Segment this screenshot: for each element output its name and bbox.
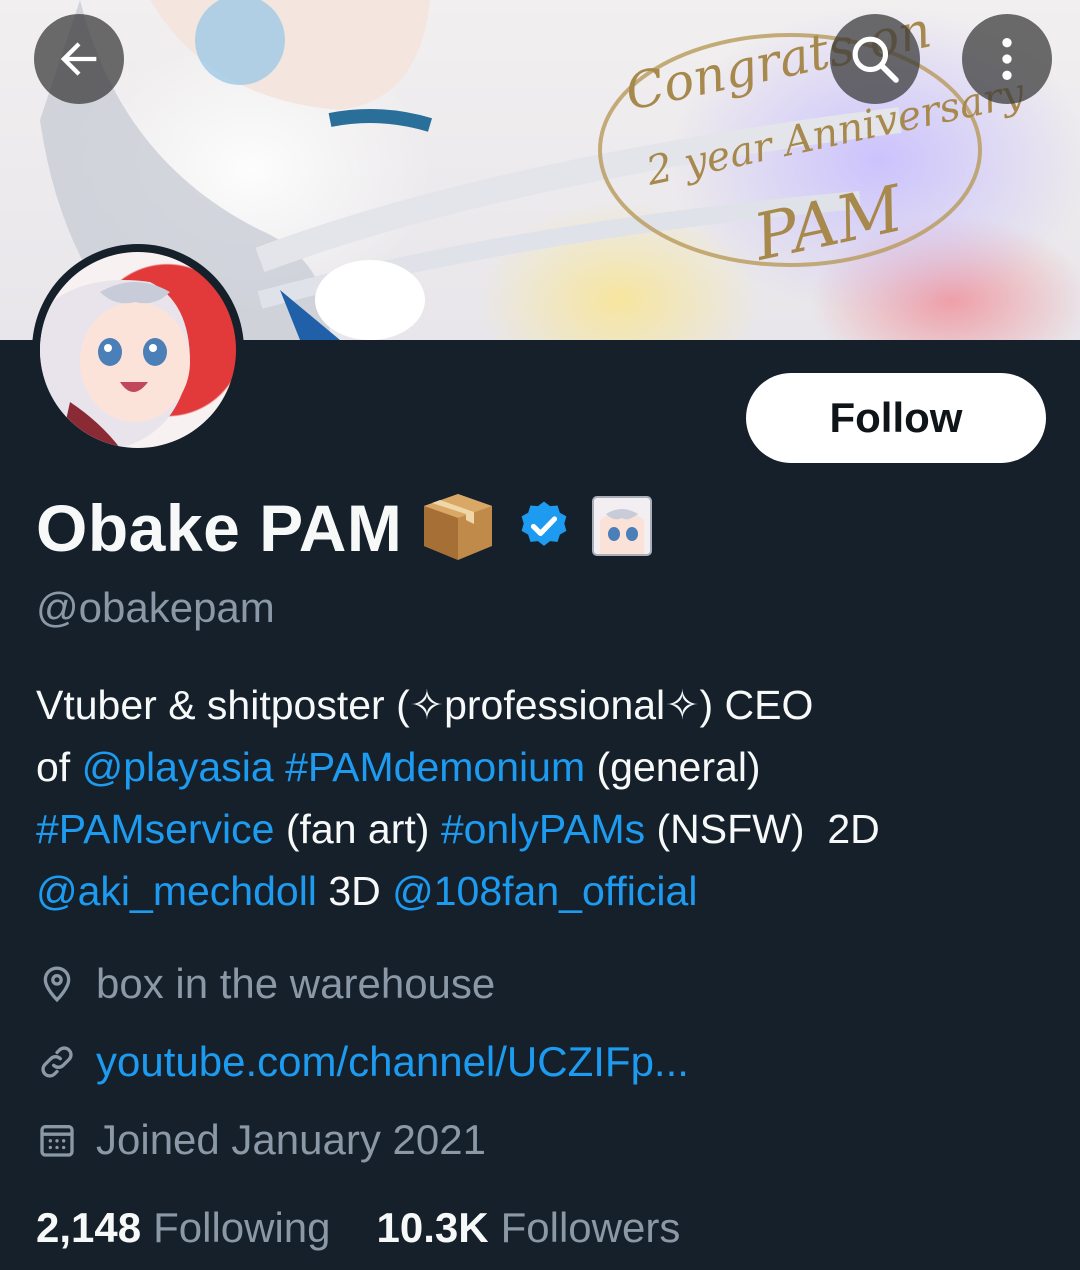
profile-website: youtube.com/channel/UCZIFp...	[36, 1038, 689, 1086]
bio-text: 3D	[316, 868, 393, 914]
following-label: Following	[153, 1204, 331, 1251]
mention-link[interactable]: @playasia	[82, 744, 274, 790]
display-name-row: Obake PAM	[36, 488, 653, 568]
verified-badge-icon[interactable]	[516, 498, 572, 559]
profile-avatar[interactable]	[32, 244, 244, 456]
hashtag-link[interactable]: #PAMservice	[36, 806, 274, 852]
followers-count: 10.3K	[376, 1204, 489, 1251]
following-count: 2,148	[36, 1204, 142, 1251]
package-emoji-icon	[420, 490, 496, 567]
bio-text: (NSFW) 2D	[645, 806, 880, 852]
joined-text: Joined January 2021	[96, 1116, 486, 1163]
more-options-button[interactable]	[962, 14, 1052, 104]
bio-line-2: of @playasia #PAMdemonium (general)	[36, 736, 1046, 798]
search-icon	[852, 36, 899, 83]
bio-text: Vtuber & shitposter (✧professional✧) CEO	[36, 682, 814, 728]
bio-text: (fan art)	[274, 806, 441, 852]
follow-button[interactable]: Follow	[746, 373, 1046, 463]
calendar-icon	[36, 1119, 78, 1161]
back-button[interactable]	[34, 14, 124, 104]
profile-stats: 2,148 Following 10.3K Followers	[36, 1204, 680, 1252]
hashtag-link[interactable]: #onlyPAMs	[441, 806, 645, 852]
location-pin-icon	[36, 963, 78, 1005]
avatar-image	[40, 280, 190, 448]
followers-stat[interactable]: 10.3K Followers	[377, 1204, 681, 1252]
avatar	[40, 252, 236, 448]
following-stat[interactable]: 2,148 Following	[36, 1204, 331, 1252]
affiliate-avatar-icon[interactable]	[592, 495, 653, 561]
search-button[interactable]	[830, 14, 920, 104]
arrow-left-icon	[60, 42, 97, 76]
location-text: box in the warehouse	[96, 960, 496, 1007]
followers-label: Followers	[500, 1204, 681, 1251]
profile-joined: Joined January 2021	[36, 1116, 486, 1164]
mention-link[interactable]: @108fan_official	[392, 868, 697, 914]
bio-line-1: Vtuber & shitposter (✧professional✧) CEO	[36, 674, 1046, 736]
bio-line-3: #PAMservice (fan art) #onlyPAMs (NSFW) 2…	[36, 798, 1046, 860]
bio-text: of	[36, 744, 82, 790]
profile-bio: Vtuber & shitposter (✧professional✧) CEO…	[36, 674, 1046, 922]
link-icon	[36, 1041, 78, 1083]
hashtag-link[interactable]: #PAMdemonium	[285, 744, 585, 790]
bio-text: (general)	[585, 744, 761, 790]
more-vertical-icon	[1002, 38, 1012, 80]
website-link[interactable]: youtube.com/channel/UCZIFp...	[96, 1038, 689, 1086]
mention-link[interactable]: @aki_mechdoll	[36, 868, 317, 914]
bio-line-4: @aki_mechdoll 3D @108fan_official	[36, 860, 1046, 922]
profile-handle: @obakepam	[36, 584, 275, 631]
banner-text-3: PAM	[747, 172, 910, 276]
display-name: Obake PAM	[36, 491, 403, 565]
profile-location: box in the warehouse	[36, 960, 495, 1008]
